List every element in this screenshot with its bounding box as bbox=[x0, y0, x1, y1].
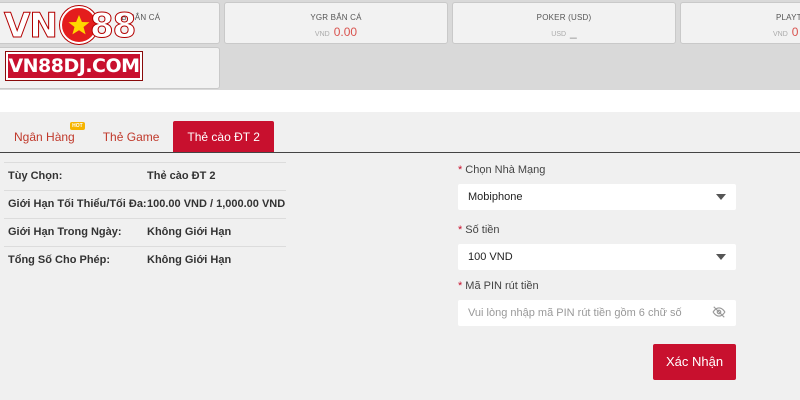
chevron-down-icon bbox=[716, 254, 726, 260]
wallet-title: POKER (USD) bbox=[536, 13, 592, 22]
tab-bank[interactable]: Ngân Hàng HOT bbox=[0, 121, 89, 153]
amount-label: * Số tiền bbox=[458, 224, 500, 236]
table-row: Giới Hạn Trong Ngày: Không Giới Hạn bbox=[4, 218, 286, 246]
site-logo[interactable]: VN 88 VN88DJ.COM bbox=[0, 0, 148, 84]
pin-input[interactable]: Vui lòng nhập mã PIN rút tiền gồm 6 chữ … bbox=[458, 300, 736, 326]
table-row: Tổng Số Cho Phép: Không Giới Hạn bbox=[4, 246, 286, 274]
row-key: Tùy Chọn: bbox=[8, 170, 63, 182]
eye-off-icon[interactable] bbox=[712, 305, 726, 322]
tabs-underline bbox=[0, 152, 800, 153]
row-key: Tổng Số Cho Phép: bbox=[8, 254, 111, 266]
logo-domain: VN88DJ.COM bbox=[6, 52, 142, 80]
hot-badge: HOT bbox=[70, 122, 85, 130]
payment-tabs: Ngân Hàng HOT Thẻ Game Thẻ cào ĐT 2 bbox=[0, 121, 274, 153]
divider-band bbox=[0, 90, 800, 112]
wallet-card-playtech[interactable]: PLAYTE VND0 bbox=[680, 2, 800, 44]
amount-select[interactable]: 100 VND bbox=[458, 244, 736, 270]
wallet-balance: 0.00 bbox=[333, 25, 358, 39]
pin-placeholder: Vui lòng nhập mã PIN rút tiền gồm 6 chữ … bbox=[468, 307, 682, 319]
wallet-title: YGR BẮN CÁ bbox=[310, 13, 362, 22]
wallet-balance: _ bbox=[570, 25, 577, 39]
tab-game-card[interactable]: Thẻ Game bbox=[89, 121, 174, 153]
amount-value: 100 VND bbox=[468, 251, 513, 263]
chevron-down-icon bbox=[716, 194, 726, 200]
pin-label: * Mã PIN rút tiền bbox=[458, 280, 539, 292]
limits-table: Tùy Chọn: Thẻ cào ĐT 2 Giới Hạn Tối Thiể… bbox=[4, 162, 286, 274]
row-value: Thẻ cào ĐT 2 bbox=[147, 170, 216, 182]
confirm-button[interactable]: Xác Nhận bbox=[653, 344, 736, 380]
wallet-title: PLAYTE bbox=[776, 13, 800, 22]
carrier-value: Mobiphone bbox=[468, 191, 523, 203]
row-key: Giới Hạn Trong Ngày: bbox=[8, 226, 122, 238]
tab-label: Ngân Hàng bbox=[14, 130, 75, 144]
wallet-balance: 0 bbox=[791, 25, 799, 39]
row-value: Không Giới Hạn bbox=[147, 226, 232, 238]
table-row: Giới Hạn Tối Thiểu/Tối Đa: 100.00 VND / … bbox=[4, 190, 286, 218]
carrier-select[interactable]: Mobiphone bbox=[458, 184, 736, 210]
tab-label: Thẻ cào ĐT 2 bbox=[187, 130, 260, 144]
row-key: Giới Hạn Tối Thiểu/Tối Đa: bbox=[8, 198, 147, 210]
withdraw-form: * Chọn Nhà Mạng Mobiphone * Số tiền 100 VN… bbox=[458, 162, 736, 326]
row-value: 100.00 VND / 1,000.00 VND bbox=[147, 198, 286, 210]
wallet-card-ygr[interactable]: YGR BẮN CÁ VND 0.00 bbox=[224, 2, 448, 44]
tab-phone-card[interactable]: Thẻ cào ĐT 2 bbox=[173, 121, 274, 153]
carrier-label: * Chọn Nhà Mạng bbox=[458, 164, 546, 176]
wallet-currency: VND bbox=[314, 31, 330, 38]
table-row: Tùy Chọn: Thẻ cào ĐT 2 bbox=[4, 162, 286, 190]
wallet-card-poker[interactable]: POKER (USD) USD _ bbox=[452, 2, 676, 44]
logo-text-88: 88 bbox=[89, 6, 136, 47]
logo-text-vn: VN bbox=[4, 6, 59, 47]
wallet-currency: USD bbox=[551, 31, 567, 38]
row-value: Không Giới Hạn bbox=[147, 254, 232, 266]
wallet-currency: VND bbox=[773, 31, 788, 38]
tab-label: Thẻ Game bbox=[102, 130, 160, 144]
